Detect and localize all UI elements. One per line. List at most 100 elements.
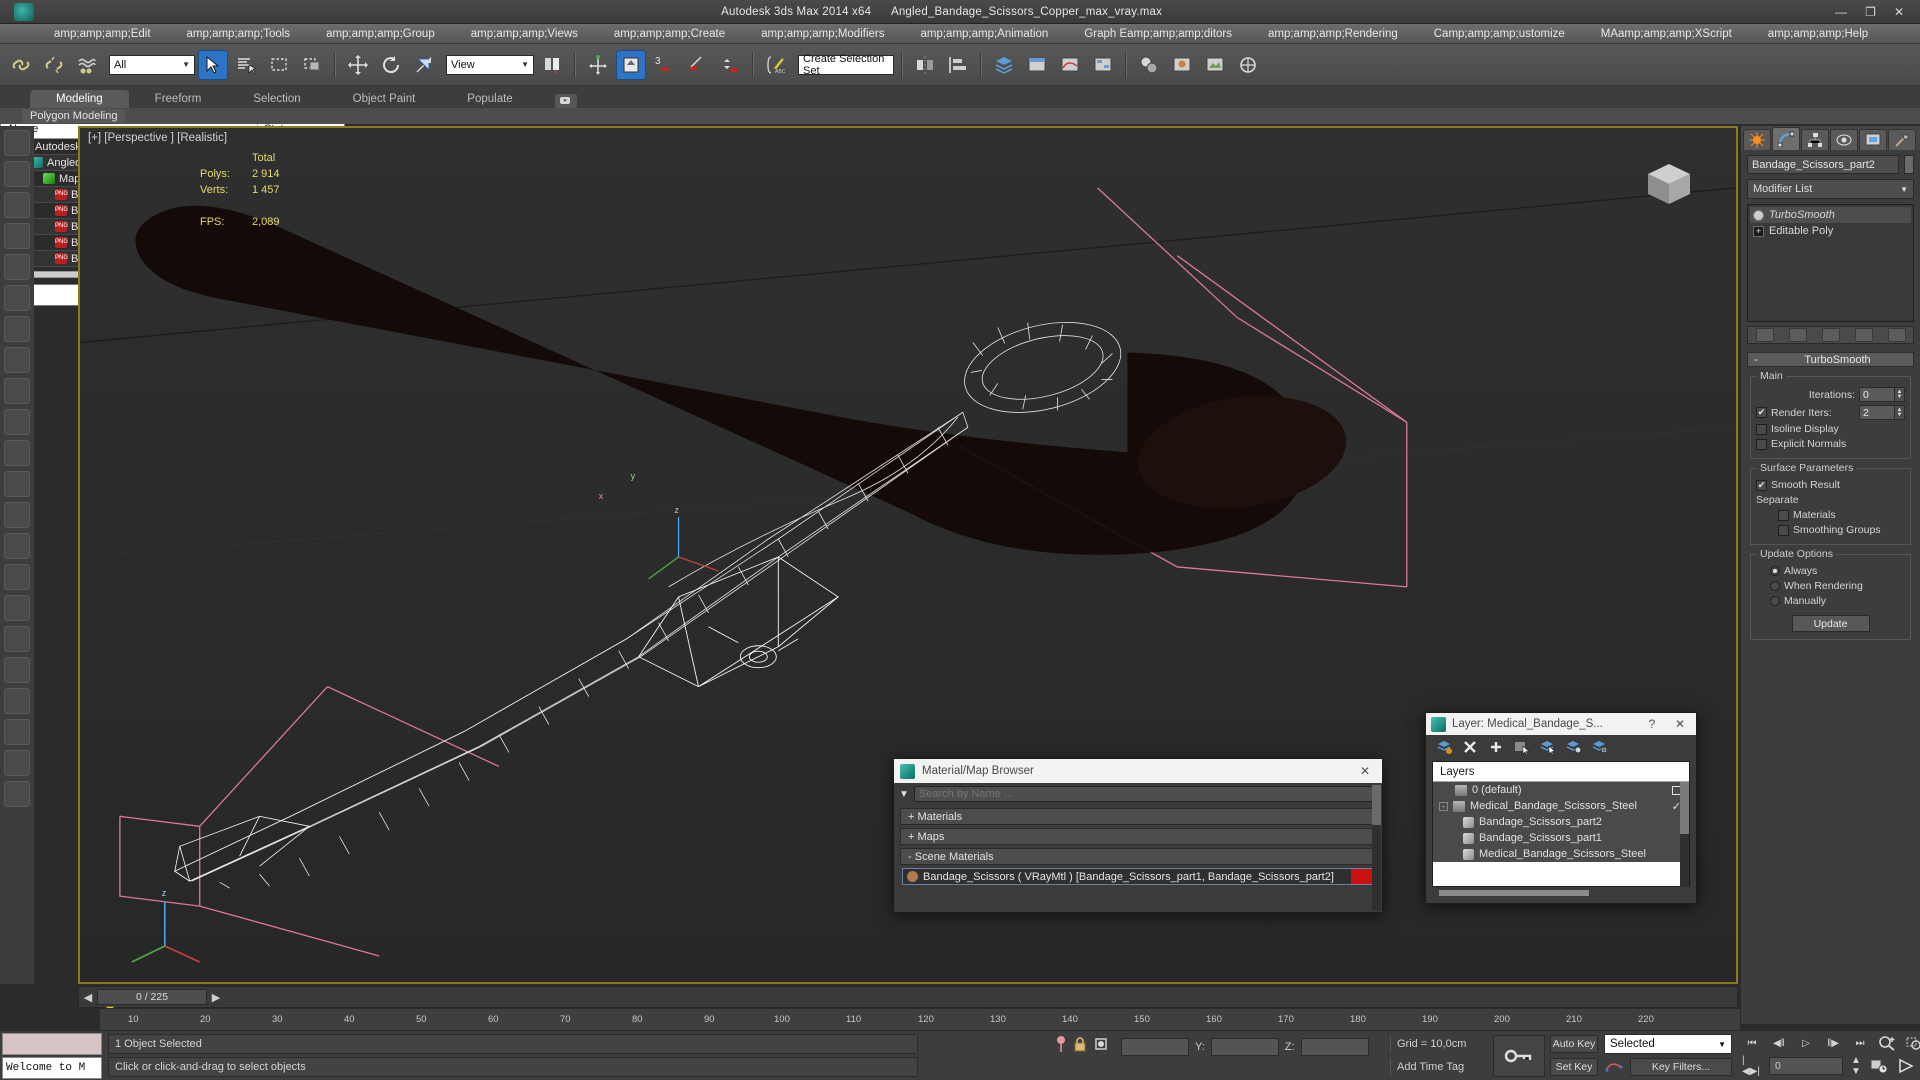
menu-item-rendering[interactable]: amp;amp;amp;Rendering <box>1250 28 1416 40</box>
menu-item-animation[interactable]: amp;amp;amp;Animation <box>902 28 1066 40</box>
time-slider-bar[interactable]: ◀ 0 / 225 ▶ <box>78 986 1738 1008</box>
search-input[interactable] <box>913 786 1377 802</box>
use-pivot-point-center-icon[interactable] <box>537 50 567 80</box>
frame-spinner-icon[interactable]: ▲ ▼ <box>1850 1055 1862 1077</box>
align-icon[interactable] <box>943 50 973 80</box>
mmb-close-icon[interactable]: ✕ <box>1354 764 1376 778</box>
maxscript-listener-pink[interactable] <box>2 1033 102 1055</box>
menu-item-create[interactable]: amp;amp;amp;Create <box>596 28 743 40</box>
left-tool-17-icon[interactable] <box>4 626 30 652</box>
viewcube-icon[interactable] <box>1638 154 1700 216</box>
add-selection-icon[interactable] <box>1488 740 1504 754</box>
schematic-view-icon[interactable] <box>1088 50 1118 80</box>
left-tool-5-icon[interactable] <box>4 254 30 280</box>
tab-populate[interactable]: Populate <box>441 90 538 108</box>
zoom-extents-all-icon[interactable] <box>1877 1034 1897 1052</box>
section-scene-materials[interactable]: - Scene Materials <box>900 848 1376 865</box>
key-filters-button[interactable]: Key Filters... <box>1630 1058 1732 1076</box>
delete-layer-icon[interactable] <box>1462 740 1478 754</box>
tab-hierarchy[interactable] <box>1801 129 1829 150</box>
left-tool-14-icon[interactable] <box>4 533 30 559</box>
tab-create[interactable] <box>1743 129 1771 150</box>
timeline-prev-icon[interactable]: ◀ <box>79 991 97 1004</box>
selection-filter-dropdown[interactable]: All ▼ <box>109 54 195 75</box>
minimize-icon[interactable]: — <box>1835 0 1847 24</box>
explicit-normals-checkbox[interactable] <box>1756 438 1767 450</box>
select-objects-icon[interactable] <box>1514 740 1530 756</box>
curve-editor-icon[interactable] <box>1055 50 1085 80</box>
selection-lock-icon[interactable] <box>1073 1036 1087 1057</box>
select-object-icon[interactable] <box>198 49 228 80</box>
list-item[interactable]: Bandage_Scissors_part2 <box>1433 814 1689 830</box>
menu-item-edit[interactable]: amp;amp;amp;Edit <box>36 28 169 40</box>
left-tool-13-icon[interactable] <box>4 502 30 528</box>
parameter-curve-out-of-range-icon[interactable] <box>1604 1058 1626 1076</box>
selection-lock-pin-icon[interactable] <box>1055 1035 1067 1058</box>
object-color-swatch[interactable] <box>1904 155 1914 174</box>
left-tool-6-icon[interactable] <box>4 285 30 311</box>
current-frame-field[interactable]: 0 <box>1769 1057 1843 1075</box>
left-tool-3-icon[interactable] <box>4 192 30 218</box>
auto-key-button[interactable]: Auto Key <box>1550 1035 1598 1053</box>
layer-explorer-dialog[interactable]: Layer: Medical_Bandage_S... ? ✕ Layers 0… <box>1425 712 1697 904</box>
update-when-rendering-radio[interactable] <box>1770 581 1780 591</box>
left-tool-15-icon[interactable] <box>4 564 30 590</box>
object-name-field[interactable] <box>1747 155 1899 174</box>
pin-stack-icon[interactable] <box>1755 328 1774 342</box>
select-and-link-icon[interactable] <box>6 50 36 80</box>
close-icon[interactable]: ✕ <box>1894 0 1904 24</box>
configure-modifier-sets-icon[interactable] <box>1887 328 1906 342</box>
spinner-snap-toggle-icon[interactable] <box>715 50 745 80</box>
time-configuration-icon[interactable] <box>1869 1057 1889 1075</box>
left-tool-20-icon[interactable] <box>4 719 30 745</box>
bind-to-space-warp-icon[interactable] <box>72 50 102 80</box>
select-and-scale-icon[interactable] <box>409 50 439 80</box>
render-iters-checkbox[interactable]: ✔ <box>1756 407 1767 418</box>
list-item[interactable]: - Medical_Bandage_Scissors_Steel ✓ <box>1433 798 1689 814</box>
section-maps[interactable]: + Maps <box>900 828 1376 845</box>
layer-properties-icon[interactable] <box>1566 740 1582 754</box>
modifier-stack-item-turbosmooth[interactable]: TurboSmooth <box>1750 207 1911 223</box>
layer-expander-icon[interactable]: - <box>1439 801 1448 811</box>
snaps-toggle-icon[interactable] <box>616 49 646 80</box>
materials-checkbox[interactable] <box>1778 509 1789 521</box>
tab-modeling[interactable]: Modeling <box>30 90 129 108</box>
left-tool-10-icon[interactable] <box>4 409 30 435</box>
y-field[interactable] <box>1210 1037 1279 1056</box>
menu-item-graph-editors[interactable]: Graph Eamp;amp;amp;ditors <box>1066 28 1250 40</box>
select-and-manipulate-icon[interactable] <box>583 50 613 80</box>
left-tool-19-icon[interactable] <box>4 688 30 714</box>
layer-manager-icon[interactable] <box>989 50 1019 80</box>
spinner-arrows-icon[interactable]: ▲ ▼ <box>1895 405 1905 420</box>
named-selection-set-input[interactable]: Create Selection Set <box>798 53 894 77</box>
list-item[interactable]: 0 (default) <box>1433 782 1689 798</box>
update-always-row[interactable]: Always <box>1756 565 1905 577</box>
left-tool-4-icon[interactable] <box>4 223 30 249</box>
material-editor-icon[interactable] <box>1134 50 1164 80</box>
iterations-spinner[interactable]: ▲▼ <box>1859 387 1905 402</box>
unlink-selection-icon[interactable] <box>39 50 69 80</box>
render-production-icon[interactable] <box>1233 50 1263 80</box>
mirror-icon[interactable] <box>910 50 940 80</box>
left-tool-18-icon[interactable] <box>4 657 30 683</box>
select-and-move-icon[interactable] <box>343 50 373 80</box>
window-crossing-icon[interactable] <box>297 50 327 80</box>
update-manually-radio[interactable] <box>1770 596 1780 606</box>
key-step-icon[interactable]: |◀▶| <box>1742 1055 1762 1077</box>
update-manually-row[interactable]: Manually <box>1756 595 1905 607</box>
layer-vertical-scrollbar[interactable] <box>1680 782 1689 887</box>
make-unique-icon[interactable] <box>1821 328 1840 342</box>
remove-modifier-icon[interactable] <box>1854 328 1873 342</box>
go-to-end-icon[interactable]: ⏭ <box>1850 1034 1870 1052</box>
render-setup-icon[interactable] <box>1167 50 1197 80</box>
section-materials[interactable]: + Materials <box>900 808 1376 825</box>
ribbon-options-chevron-icon[interactable] <box>554 94 577 108</box>
filter-chevron-icon[interactable]: ▼ <box>899 789 909 800</box>
tab-display[interactable] <box>1859 129 1887 150</box>
left-tool-1-icon[interactable] <box>4 130 30 156</box>
modifier-stack-item-editable-poly[interactable]: + Editable Poly <box>1750 223 1911 239</box>
play-animation-icon[interactable]: ▷ <box>1796 1034 1816 1052</box>
tab-modify[interactable] <box>1772 127 1800 150</box>
select-by-name-icon[interactable] <box>231 50 261 80</box>
menu-item-views[interactable]: amp;amp;amp;Views <box>453 28 596 40</box>
